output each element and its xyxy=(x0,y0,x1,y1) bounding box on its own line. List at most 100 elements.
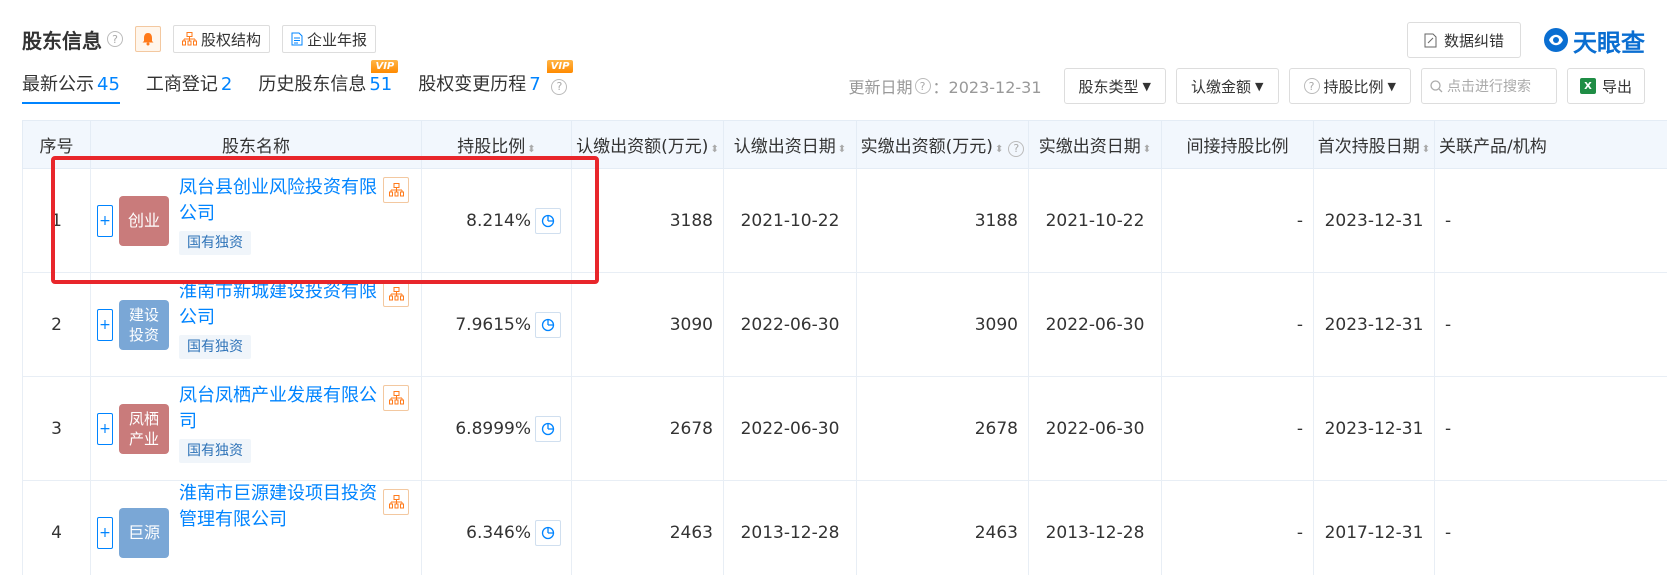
company-logo-text: 凤栖产业 xyxy=(128,409,159,448)
export-label: 导出 xyxy=(1601,77,1632,96)
pie-chart-icon[interactable] xyxy=(535,415,561,442)
cell-ratio: 8.214% xyxy=(421,168,572,273)
pie-chart-icon[interactable] xyxy=(535,311,561,338)
edit-document-icon xyxy=(1424,33,1437,47)
tab-count: 51 xyxy=(369,74,393,95)
help-icon[interactable]: ? xyxy=(551,78,568,95)
ownership-tag: 国有独资 xyxy=(179,230,251,255)
org-chart-icon[interactable] xyxy=(383,488,409,515)
org-chart-icon[interactable] xyxy=(383,176,409,203)
update-value: ：2023-12-31 xyxy=(932,78,1042,97)
table-row: 2 + 建设投资 淮南市新城建设投资有限公司 国有独资 7.9615% 3090 2022-0… xyxy=(22,272,1667,377)
header-label: 首次持股日期 xyxy=(1317,137,1420,157)
cell-ratio: 6.346% xyxy=(421,480,572,575)
tab-label: 历史股东信息 xyxy=(258,74,367,95)
tab-label: 股权变更历程 xyxy=(418,74,527,95)
tab-count: 45 xyxy=(97,74,120,95)
company-name-link[interactable]: 凤台凤栖产业发展有限公司 xyxy=(179,385,377,432)
org-chart-icon[interactable] xyxy=(383,384,409,411)
company-name-block: 淮南市巨源建设项目投资管理有限公司 xyxy=(179,481,379,533)
table-body: 1 + 创业 凤台县创业风险投资有限公司 国有独资 8.214% 3188 2021-10-2… xyxy=(22,168,1667,575)
subscribed-amount-dropdown[interactable]: 认缴金额 ▼ xyxy=(1176,68,1279,104)
sort-icon: ⬍ xyxy=(1421,144,1431,155)
header-label: 实缴出资额(万元) xyxy=(860,137,993,157)
cell-first-date: 2017-12-31 xyxy=(1313,480,1435,575)
cell-sub-date: 2013-12-28 xyxy=(723,480,857,575)
sort-icon: ⬍ xyxy=(1142,144,1152,155)
cell-indirect: - xyxy=(1161,480,1314,575)
caret-down-icon: ▼ xyxy=(1142,79,1152,93)
search-placeholder: 点击进行搜索 xyxy=(1446,79,1531,95)
cell-paid-date: 2022-06-30 xyxy=(1028,376,1162,481)
annual-report-button[interactable]: 企业年报 xyxy=(282,25,377,53)
company-name-link[interactable]: 淮南市巨源建设项目投资管理有限公司 xyxy=(179,483,377,530)
expand-plus-icon[interactable]: + xyxy=(97,516,113,549)
header-label: 认缴出资日期 xyxy=(733,137,836,157)
company-logo: 巨源 xyxy=(119,507,169,558)
tab-equity-changes[interactable]: 股权变更历程 7 VIP ? xyxy=(418,60,574,104)
shareholder-type-dropdown[interactable]: 股东类型 ▼ xyxy=(1063,68,1167,104)
pie-chart-icon[interactable] xyxy=(535,207,561,234)
expand-plus-icon[interactable]: + xyxy=(97,412,113,445)
export-button[interactable]: X 导出 xyxy=(1566,68,1645,104)
cell-index: 4 xyxy=(22,480,91,575)
tab-label: 工商登记 xyxy=(145,74,218,95)
sort-icon: ⬍ xyxy=(527,144,536,155)
org-chart-icon xyxy=(182,32,197,46)
col-header-paid-date[interactable]: 实缴出资日期 ⬍ xyxy=(1028,120,1162,169)
data-correction-button[interactable]: 数据纠错 xyxy=(1406,22,1521,58)
cell-ratio: 6.8999% xyxy=(421,376,572,481)
tianyancha-logo: 天眼查 xyxy=(1543,23,1645,58)
cell-paid-amount: 3188 xyxy=(856,168,1029,273)
cell-sub-date: 2022-06-30 xyxy=(723,272,857,377)
help-icon[interactable]: ? xyxy=(914,78,931,94)
tab-bar: 最新公示 45 工商登记 2 历史股东信息 51 VIP 股权变更历程 7 VIP ? xyxy=(22,60,593,104)
company-name-block: 淮南市新城建设投资有限公司 国有独资 xyxy=(179,279,379,359)
cell-name: + 巨源 淮南市巨源建设项目投资管理有限公司 xyxy=(90,480,422,575)
vip-badge: VIP xyxy=(546,60,574,73)
tab-latest[interactable]: 最新公示 45 xyxy=(22,70,120,104)
col-header-first-date[interactable]: 首次持股日期 ⬍ xyxy=(1313,120,1435,169)
company-name-link[interactable]: 凤台县创业风险投资有限公司 xyxy=(179,177,377,224)
expand-plus-icon[interactable]: + xyxy=(97,204,113,237)
col-header-ratio[interactable]: 持股比例 ⬍ xyxy=(421,120,572,169)
tab-history[interactable]: 历史股东信息 51 VIP xyxy=(258,60,399,104)
bell-icon[interactable] xyxy=(135,26,161,52)
cell-paid-date: 2022-06-30 xyxy=(1028,272,1162,377)
header-label: 实缴出资日期 xyxy=(1038,137,1141,157)
equity-structure-button[interactable]: 股权结构 xyxy=(173,25,271,53)
col-header-index: 序号 xyxy=(22,120,91,169)
share-ratio-dropdown[interactable]: ? 持股比例 ▼ xyxy=(1288,68,1411,104)
cell-name: + 创业 凤台县创业风险投资有限公司国有独资 xyxy=(90,168,422,273)
section-title: 股东信息 xyxy=(22,28,102,53)
search-icon xyxy=(1430,79,1443,92)
expand-plus-icon[interactable]: + xyxy=(97,308,113,341)
cell-related: - xyxy=(1434,376,1667,481)
cell-sub-amount: 3188 xyxy=(571,168,724,273)
excel-icon: X xyxy=(1579,78,1596,94)
data-correction-label: 数据纠错 xyxy=(1443,31,1504,50)
col-header-sub-date[interactable]: 认缴出资日期 ⬍ xyxy=(723,120,857,169)
org-chart-icon[interactable] xyxy=(383,280,409,307)
ownership-tag: 国有独资 xyxy=(179,438,251,463)
pie-chart-icon[interactable] xyxy=(535,519,561,546)
help-icon[interactable]: ? xyxy=(1008,140,1025,157)
cell-ratio: 7.9615% xyxy=(421,272,572,377)
logo-icon xyxy=(1544,28,1568,52)
search-input[interactable]: 点击进行搜索 xyxy=(1420,68,1557,104)
help-icon[interactable]: ? xyxy=(107,31,123,47)
col-header-sub-amount[interactable]: 认缴出资额(万元) ⬍ xyxy=(571,120,724,169)
company-logo: 建设投资 xyxy=(119,299,169,350)
company-name-link[interactable]: 淮南市新城建设投资有限公司 xyxy=(179,281,377,328)
company-logo-text: 创业 xyxy=(127,210,160,230)
table-row: 4 + 巨源 淮南市巨源建设项目投资管理有限公司 6.346% 2463 2013-12-2… xyxy=(22,480,1667,575)
company-logo: 凤栖产业 xyxy=(119,403,169,454)
cell-name: + 凤栖产业 凤台凤栖产业发展有限公司国有独资 xyxy=(90,376,422,481)
caret-down-icon: ▼ xyxy=(1387,79,1396,93)
tab-registration[interactable]: 工商登记 2 xyxy=(146,70,232,104)
cell-paid-amount: 2463 xyxy=(856,480,1029,575)
tab-count: 7 xyxy=(529,74,541,95)
col-header-paid-amount[interactable]: 实缴出资额(万元) ⬍? xyxy=(856,120,1029,169)
company-name-block: 凤台凤栖产业发展有限公司国有独资 xyxy=(179,383,379,463)
filter-bar: 更新日期 ? ：2023-12-31 股东类型 ▼ 认缴金额 ▼ ? 持股比例 ▼ 点… xyxy=(849,68,1645,104)
